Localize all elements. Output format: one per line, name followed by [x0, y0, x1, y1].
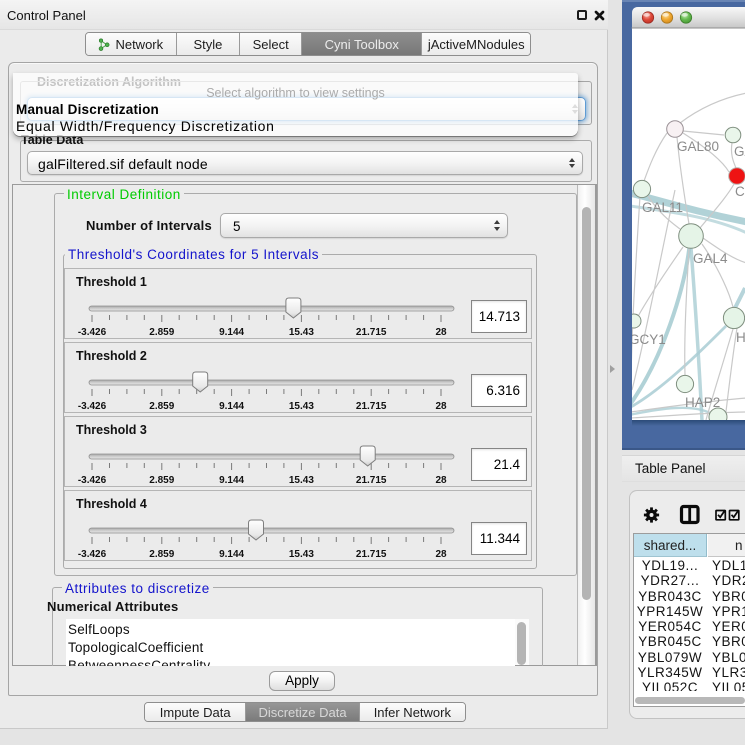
svg-text:15.43: 15.43: [289, 327, 314, 338]
svg-text:28: 28: [435, 327, 447, 338]
svg-text:GAL11: GAL11: [642, 200, 683, 215]
svg-text:-3.426: -3.426: [78, 401, 107, 412]
svg-text:-3.426: -3.426: [78, 475, 107, 486]
svg-text:HAP2: HAP2: [685, 395, 720, 410]
svg-text:21.715: 21.715: [356, 401, 387, 412]
svg-text:21.715: 21.715: [356, 475, 387, 486]
svg-text:-3.426: -3.426: [78, 549, 107, 560]
svg-text:15.43: 15.43: [289, 475, 314, 486]
svg-text:15.43: 15.43: [289, 549, 314, 560]
svg-text:28: 28: [435, 401, 447, 412]
svg-text:GAL80: GAL80: [677, 139, 719, 154]
svg-text:9.144: 9.144: [219, 475, 244, 486]
svg-text:-3.426: -3.426: [78, 327, 107, 338]
svg-text:2.859: 2.859: [149, 549, 174, 560]
svg-text:9.144: 9.144: [219, 401, 244, 412]
svg-text:2.859: 2.859: [149, 475, 174, 486]
svg-text:15.43: 15.43: [289, 401, 314, 412]
svg-text:GCY1: GCY1: [629, 332, 666, 347]
svg-text:2.859: 2.859: [149, 401, 174, 412]
svg-text:C: C: [735, 184, 745, 199]
svg-text:28: 28: [435, 475, 447, 486]
svg-text:H: H: [736, 330, 745, 345]
svg-text:GAL4: GAL4: [693, 251, 728, 266]
svg-text:9.144: 9.144: [219, 327, 244, 338]
svg-text:2.859: 2.859: [149, 327, 174, 338]
svg-text:21.715: 21.715: [356, 327, 387, 338]
svg-text:21.715: 21.715: [356, 549, 387, 560]
svg-text:GA: GA: [734, 144, 745, 159]
svg-text:28: 28: [435, 549, 447, 560]
svg-text:9.144: 9.144: [219, 549, 244, 560]
